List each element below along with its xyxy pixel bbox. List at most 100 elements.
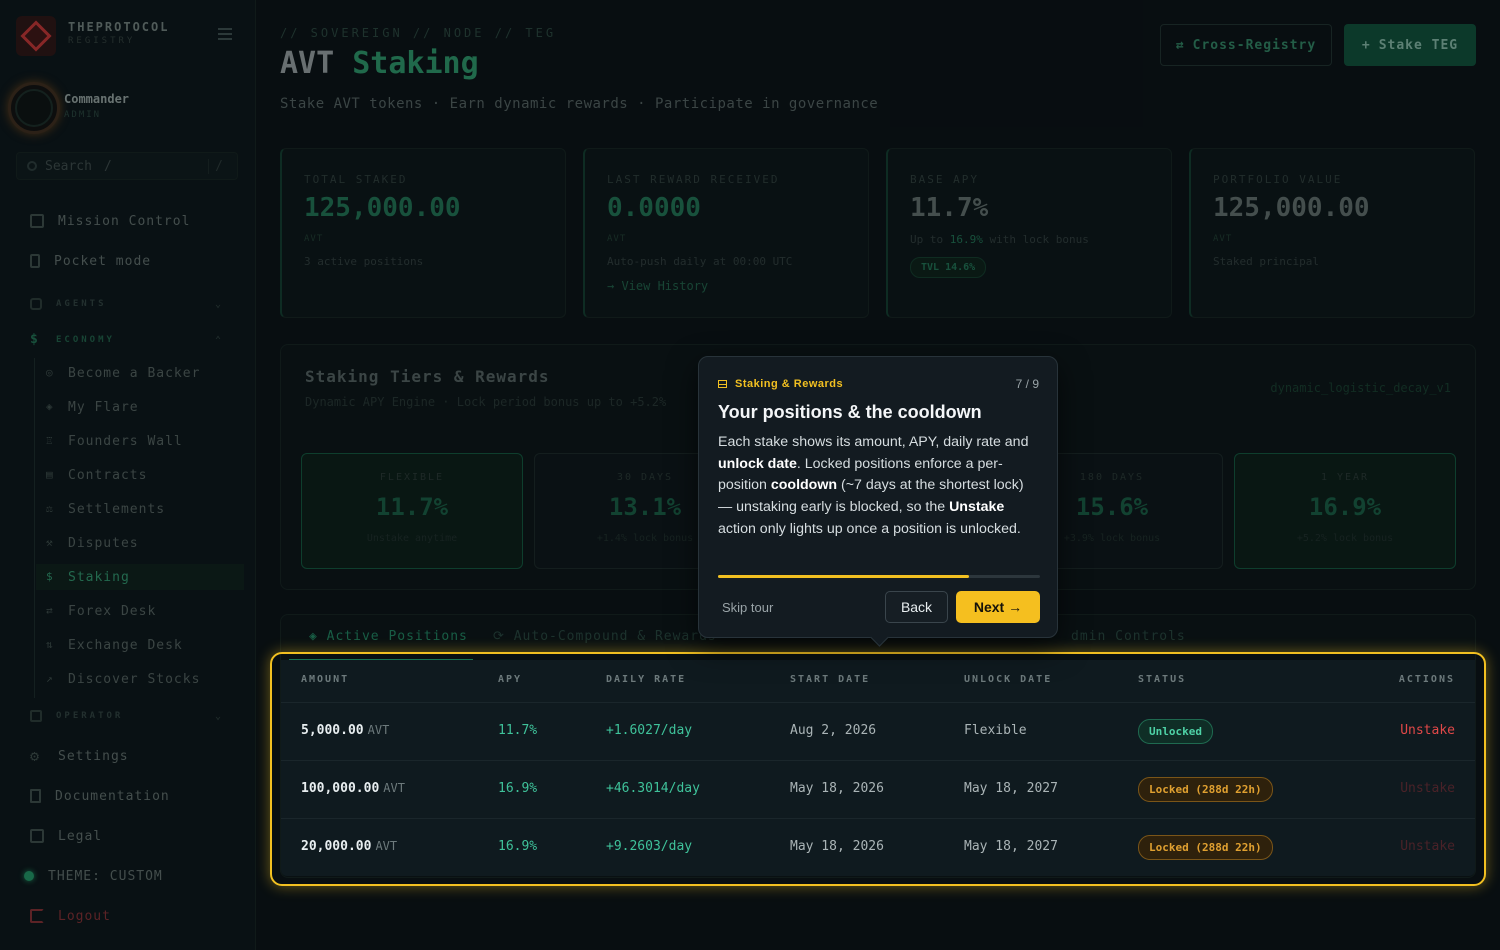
nav-label: Become a Backer [68,365,201,381]
tab-active-positions[interactable]: ◈ Active Positions [309,629,468,644]
nav-contracts[interactable]: ▤ Contracts [36,464,244,486]
stake-teg-button[interactable]: + Stake TEG [1344,24,1476,66]
section-label: ECONOMY [56,335,115,345]
nav-become-backer[interactable]: ◎ Become a Backer [36,362,244,384]
nav-label: Founders Wall [68,433,183,449]
next-button[interactable]: Next → [956,591,1040,623]
nav-disputes[interactable]: ⚒ Disputes [36,532,244,554]
tour-tag-label: Staking & Rewards [735,378,844,390]
stat-unit: AVT [304,234,324,244]
chevron-down-icon: ⌄ [214,710,224,722]
nav-label: Pocket mode [54,253,152,269]
stat-note: Staked principal [1213,255,1319,268]
button-label: Stake TEG [1378,37,1459,53]
nav-settlements[interactable]: ⚖ Settlements [36,498,244,520]
search-input[interactable]: Search / / [16,152,238,180]
plus-icon: + [1361,37,1371,53]
nav-label: Settings [58,748,129,764]
nav-discover-stocks[interactable]: ↗ Discover Stocks [36,668,244,690]
button-label: Cross-Registry [1192,37,1317,53]
stat-note: Up to 16.9% with lock bonus [910,233,1089,246]
view-history-link[interactable]: → View History [607,279,708,293]
nav-label: Documentation [55,788,170,804]
section-economy[interactable]: $ ECONOMY ⌃ [0,332,256,347]
nav-settings[interactable]: ⚙ Settings [0,747,256,765]
submenu-guide-line [34,358,35,698]
tour-body-text: action only lights up once a position is… [718,520,1021,537]
stat-label: TOTAL STAKED [304,173,408,186]
tier-apy: 11.7% [375,493,449,521]
user-info: Commander ADMIN [64,92,129,120]
skip-tour-button[interactable]: Skip tour [722,600,773,615]
shield-icon: ◈ [46,400,54,413]
nav-exchange-desk[interactable]: ⇅ Exchange Desk [36,634,244,656]
chart-icon: ↗ [46,672,54,685]
nav-founders-wall[interactable]: ♖ Founders Wall [36,430,244,452]
dollar-icon: $ [46,570,54,583]
logout-icon [30,909,44,923]
nav-staking[interactable]: $ Staking [36,564,244,590]
tab-admin-controls[interactable]: dmin Controls [1071,629,1186,644]
robot-icon [30,298,42,310]
theme-indicator[interactable]: THEME: CUSTOM [0,867,250,885]
apy-engine-label: dynamic_logistic_decay_v1 [1270,381,1451,395]
document-icon: ▤ [46,468,54,481]
tour-body-emphasis: Unstake [949,499,1005,516]
dollar-icon: $ [30,332,41,347]
stat-card-total-staked: TOTAL STAKED 125,000.00 AVT 3 active pos… [280,148,566,318]
tier-label: 1 YEAR [1320,472,1370,483]
tiers-title: Staking Tiers & Rewards [305,367,550,386]
phone-icon [30,254,40,268]
tour-step-counter: 7 / 9 [1015,377,1039,391]
logo-mark-icon [20,20,52,52]
nav-label: Settlements [68,501,166,517]
tab-auto-compound[interactable]: ⟳ Auto-Compound & Rewards [493,629,717,644]
search-shortcut-hint: / [103,158,112,174]
tier-flexible[interactable]: FLEXIBLE 11.7% Unstake anytime [301,453,523,569]
section-operator[interactable]: OPERATOR ⌄ [0,710,256,722]
nav-mission-control[interactable]: Mission Control [0,212,256,230]
brand: THEPROTOCOL REGISTRY [68,20,169,46]
stat-value: 11.7% [910,193,989,223]
stat-note: Auto-push daily at 00:00 UTC [607,255,793,268]
brand-name: THEPROTOCOL [68,20,170,34]
nav-forex-desk[interactable]: ⇄ Forex Desk [36,600,244,622]
nav-my-flare[interactable]: ◈ My Flare [36,396,244,418]
nav-label: My Flare [68,399,139,415]
sidebar: THEPROTOCOL REGISTRY Commander ADMIN Sea… [0,0,256,950]
note-suffix: with lock bonus [989,233,1089,246]
nav-label: Staking [68,569,130,585]
section-label: OPERATOR [56,711,124,721]
title-main: AVT [280,46,335,81]
tour-body-emphasis: cooldown [770,477,838,494]
search-icon [27,161,37,171]
terminal-icon [30,710,42,722]
logo[interactable] [16,16,56,56]
note-highlight: 16.9% [949,233,983,246]
nav-label: Mission Control [58,213,191,229]
cross-registry-button[interactable]: ⇄ Cross-Registry [1160,24,1332,66]
nav-logout[interactable]: Logout [0,907,256,925]
chevron-down-icon: ⌄ [214,298,224,310]
scale-icon: ⚖ [46,502,54,515]
tiers-subtitle: Dynamic APY Engine · Lock period bonus u… [305,395,667,409]
grid-icon [30,214,44,228]
nav-documentation[interactable]: Documentation [0,787,256,805]
back-button[interactable]: Back [885,591,948,623]
page-title: AVT Staking [280,46,479,81]
tier-apy: 16.9% [1308,493,1382,521]
nav-label: Legal [58,828,103,844]
stat-note: 3 active positions [304,255,424,268]
nav-label: Exchange Desk [68,637,183,653]
section-agents[interactable]: AGENTS ⌄ [0,298,256,310]
nav-legal[interactable]: Legal [0,827,256,845]
tour-body-emphasis: unlock date [718,455,797,472]
avatar[interactable] [8,82,60,134]
shortcut-key: / [208,158,229,174]
nav-pocket-mode[interactable]: Pocket mode [0,252,256,270]
stat-value: 0.0000 [607,193,701,223]
user-role: ADMIN [64,110,102,120]
collapse-sidebar-icon[interactable] [218,28,232,40]
tier-1-year[interactable]: 1 YEAR 16.9% +5.2% lock bonus [1234,453,1456,569]
note-prefix: Up to [910,233,944,246]
